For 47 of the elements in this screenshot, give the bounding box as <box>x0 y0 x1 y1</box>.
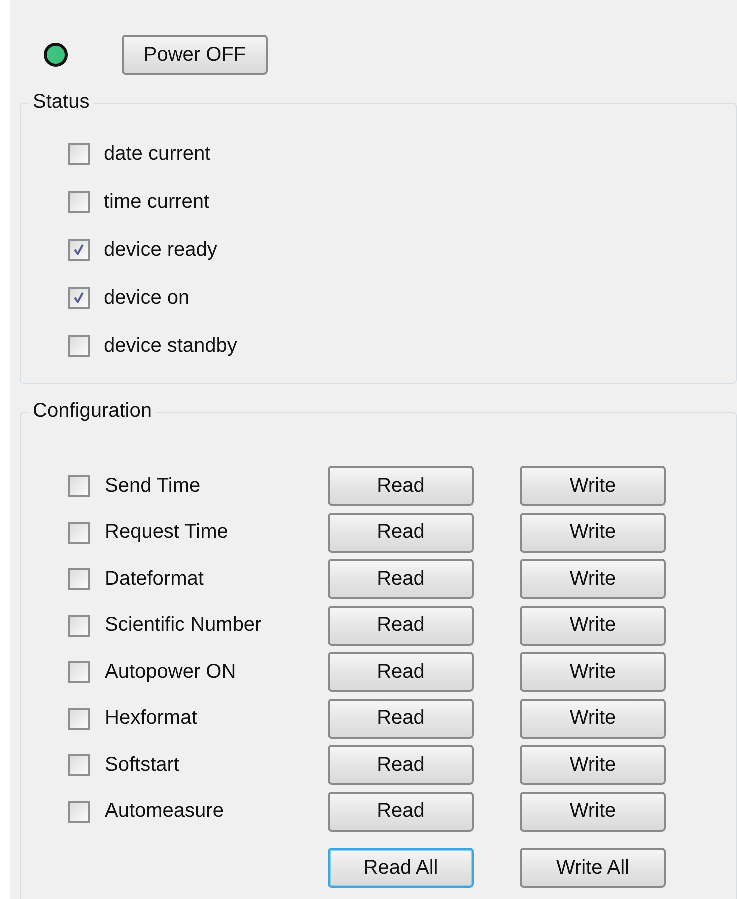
write-button[interactable]: Write <box>520 606 666 646</box>
write-button[interactable]: Write <box>520 652 666 692</box>
checkbox[interactable] <box>68 614 90 637</box>
checkbox-label: device on <box>104 286 190 310</box>
read-button[interactable]: Read <box>328 512 474 553</box>
write-button[interactable]: Write <box>520 559 666 600</box>
read-button[interactable]: Read <box>328 792 474 832</box>
read-button[interactable]: Read <box>328 606 474 646</box>
read-all-button[interactable]: Read All <box>328 848 474 888</box>
read-button[interactable]: Read <box>328 698 474 739</box>
checkbox-label: Dateformat <box>105 568 205 591</box>
read-button[interactable]: Read <box>328 652 474 692</box>
write-button[interactable]: Write <box>520 698 666 739</box>
checkbox-label: Automeasure <box>105 800 225 824</box>
checkbox-label: Hexformat <box>105 707 198 730</box>
write-button[interactable]: Write <box>520 466 666 506</box>
checkbox-label: Send Time <box>105 474 202 498</box>
read-button[interactable]: Read <box>328 466 474 506</box>
checkbox[interactable] <box>68 239 90 261</box>
write-button[interactable]: Write <box>520 512 666 553</box>
checkbox-label: Softstart <box>105 754 180 777</box>
checkbox[interactable] <box>68 191 90 213</box>
check-icon <box>73 244 85 256</box>
checkbox[interactable] <box>68 143 90 165</box>
read-button[interactable]: Read <box>328 559 474 600</box>
checkbox[interactable] <box>68 661 90 684</box>
read-button[interactable]: Read <box>328 745 474 786</box>
checkbox[interactable] <box>68 287 90 309</box>
checkbox[interactable] <box>68 708 90 730</box>
checkbox-label: time current <box>104 190 210 214</box>
checkbox-label: date current <box>104 142 211 166</box>
checkbox[interactable] <box>68 754 90 776</box>
checkbox-label: device ready <box>104 238 218 262</box>
check-icon <box>73 292 85 304</box>
checkbox-label: Request Time <box>105 521 230 544</box>
power-button[interactable]: Power OFF <box>122 35 268 75</box>
write-button[interactable]: Write <box>520 792 666 832</box>
checkbox[interactable] <box>68 475 90 498</box>
write-all-button[interactable]: Write All <box>520 848 666 888</box>
write-button[interactable]: Write <box>520 745 666 786</box>
checkbox[interactable] <box>68 335 90 357</box>
checkbox-label: Scientific Number <box>105 614 263 638</box>
checkbox[interactable] <box>68 568 90 590</box>
checkbox[interactable] <box>68 522 90 544</box>
checkbox-label: device standby <box>104 334 238 358</box>
checkbox-label: Autopower ON <box>105 660 238 684</box>
checkbox[interactable] <box>68 800 90 823</box>
